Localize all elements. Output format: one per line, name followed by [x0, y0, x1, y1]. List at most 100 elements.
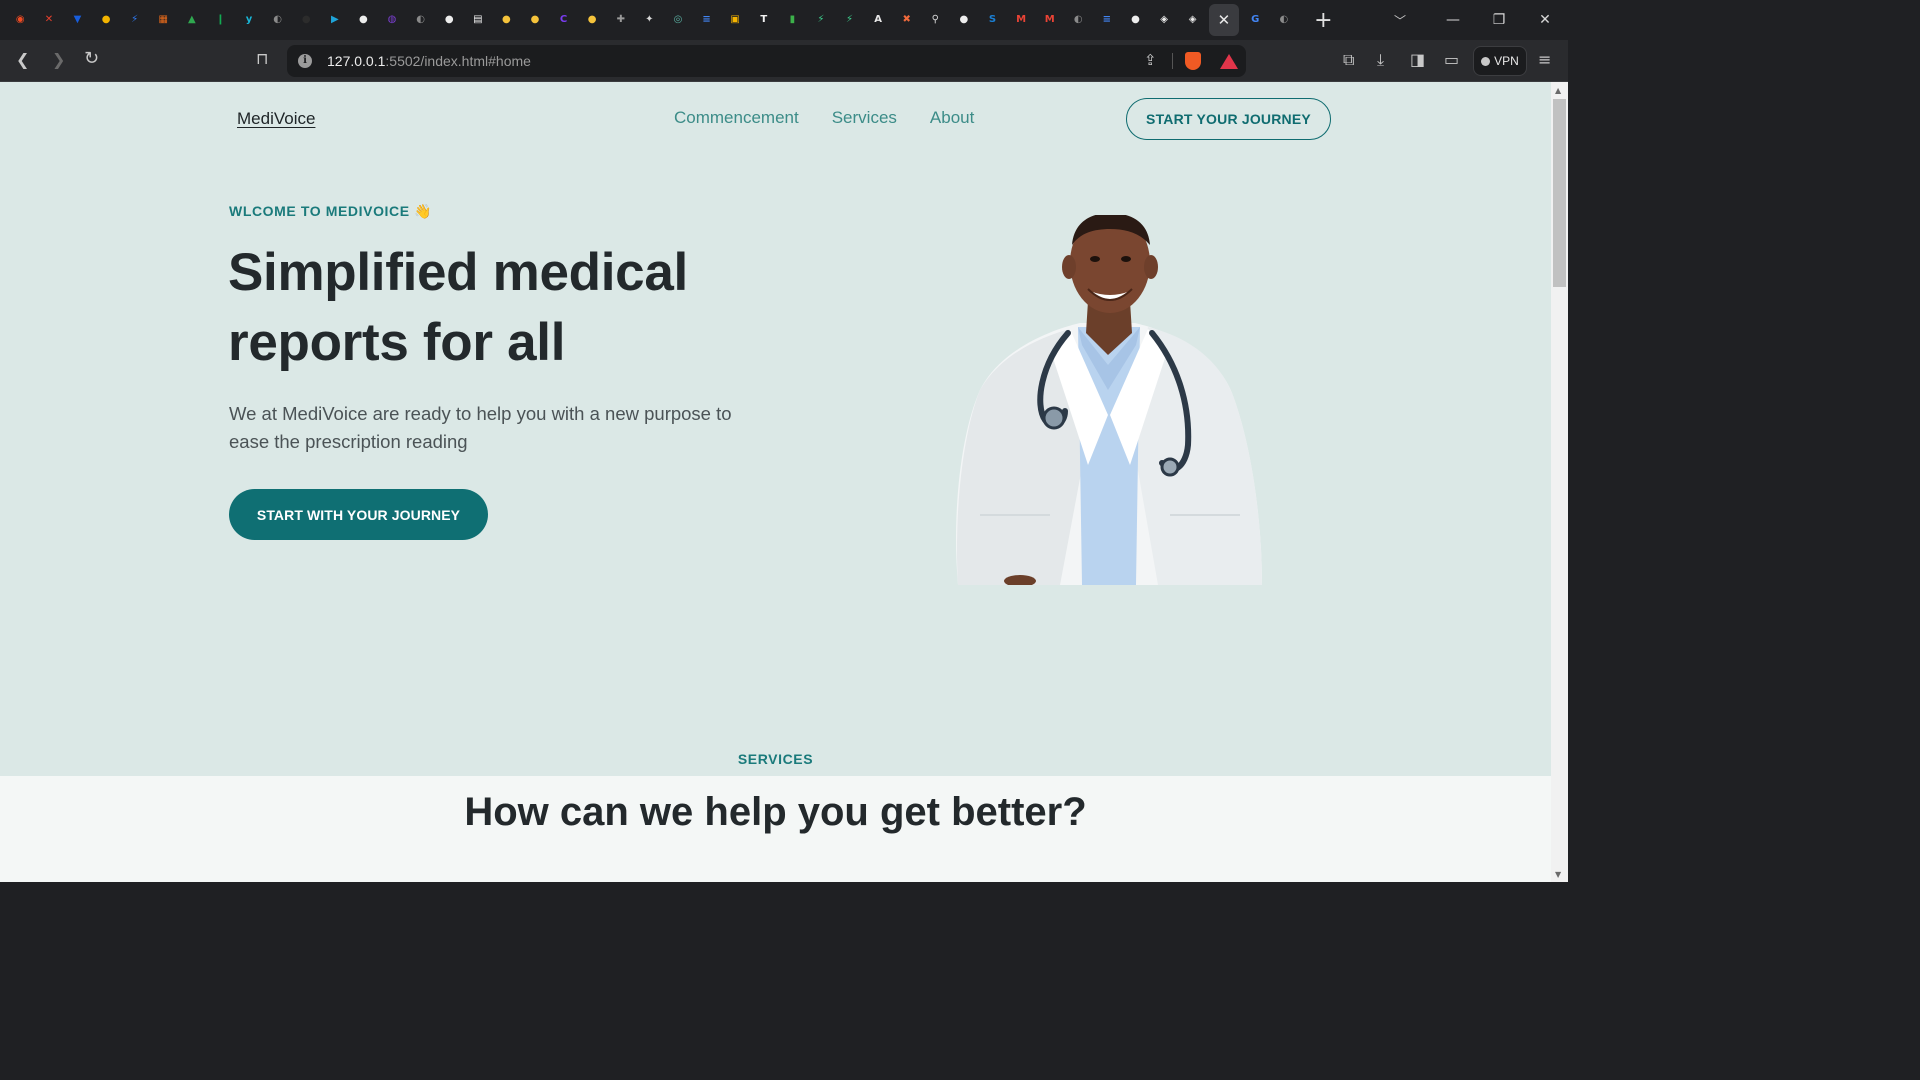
url-text[interactable]: 127.0.0.1:5502/index.html#home — [327, 53, 531, 69]
browser-tab[interactable]: ● — [950, 0, 979, 40]
browser-tab[interactable]: A — [864, 0, 893, 40]
doctor-image — [956, 215, 1262, 585]
forward-icon[interactable]: ❯ — [52, 50, 65, 69]
browser-tab[interactable]: ✚ — [606, 0, 635, 40]
browser-tab[interactable]: C — [549, 0, 578, 40]
browser-tab[interactable]: ◐ — [406, 0, 435, 40]
browser-tab[interactable]: ◈ — [1178, 0, 1207, 40]
browser-tab[interactable]: ◐ — [263, 0, 292, 40]
nav-link-services[interactable]: Services — [832, 108, 897, 128]
browser-tab[interactable]: ◍ — [378, 0, 407, 40]
browser-tab[interactable]: ◎ — [664, 0, 693, 40]
browser-tab[interactable]: G — [1241, 0, 1270, 40]
share-icon[interactable]: ⇪ — [1144, 51, 1157, 69]
browser-tab[interactable]: ✦ — [635, 0, 664, 40]
browser-tab[interactable]: ● — [435, 0, 464, 40]
dark-tab-icon: ● — [301, 14, 311, 25]
docs-tab-icon: ≡ — [702, 14, 711, 25]
start-journey-button[interactable]: START YOUR JOURNEY — [1126, 98, 1331, 140]
address-bar[interactable]: i 127.0.0.1:5502/index.html#home ⇪ — [287, 45, 1246, 77]
globe-tab-icon: ◐ — [273, 14, 282, 25]
browser-tab[interactable]: ≡ — [692, 0, 721, 40]
scrollbar-thumb[interactable] — [1553, 99, 1566, 287]
browser-tab[interactable]: ● — [1121, 0, 1150, 40]
browser-tab[interactable]: ▣ — [721, 0, 750, 40]
active-tab[interactable]: ✕ — [1208, 4, 1239, 36]
nav-link-commencement[interactable]: Commencement — [674, 108, 799, 128]
browser-tab[interactable]: ● — [521, 0, 550, 40]
browser-tab[interactable]: ◉ — [6, 0, 35, 40]
gmail-tab-icon: M — [1016, 14, 1027, 25]
new-tab-icon[interactable]: + — [1314, 8, 1332, 33]
page-viewport: MediVoice Commencement Services About ST… — [0, 82, 1551, 882]
brave-rewards-icon[interactable] — [1220, 54, 1238, 69]
browser-tab[interactable]: ▮ — [778, 0, 807, 40]
scroll-down-icon[interactable]: ▼ — [1555, 870, 1561, 879]
browser-tab[interactable]: M — [1007, 0, 1036, 40]
bitwarden-tab-icon: ▼ — [73, 14, 82, 25]
ghost-tab-icon: ● — [530, 14, 540, 25]
vpn-button[interactable]: VPN — [1473, 46, 1527, 76]
browser-tab[interactable]: ◐ — [1064, 0, 1093, 40]
url-path: :5502/index.html#home — [385, 53, 531, 69]
services-title-text: How can we help you get better? — [464, 790, 1087, 834]
browser-tab[interactable]: ▦ — [149, 0, 178, 40]
hero-eyebrow: WLCOME TO MEDIVOICE 👋 — [229, 203, 432, 220]
browser-tab[interactable]: ≡ — [1093, 0, 1122, 40]
slides-tab-icon: ▣ — [730, 14, 740, 25]
brick-tab-icon: ▦ — [158, 14, 168, 25]
browser-tab[interactable]: ● — [349, 0, 378, 40]
browser-tab[interactable]: ▲ — [178, 0, 207, 40]
browser-tab[interactable]: ⚡ — [120, 0, 149, 40]
site-info-icon[interactable]: i — [298, 54, 312, 68]
browser-tab[interactable]: ⚡ — [807, 0, 836, 40]
browser-tab[interactable]: ✖ — [892, 0, 921, 40]
browser-tab[interactable]: ▤ — [464, 0, 493, 40]
browser-tab[interactable]: T — [749, 0, 778, 40]
close-tab-icon[interactable]: ✕ — [1218, 11, 1231, 29]
zoom-tab-icon: ⚲ — [931, 14, 939, 25]
browser-tab[interactable]: ✕ — [35, 0, 64, 40]
github-tab-icon: ● — [444, 14, 454, 25]
nav-link-about[interactable]: About — [930, 108, 974, 128]
ghost-tab-icon: ● — [587, 14, 597, 25]
page-tab-icon: ▤ — [473, 14, 483, 25]
start-with-journey-button[interactable]: START WITH YOUR JOURNEY — [229, 489, 488, 540]
vpn-label: VPN — [1494, 54, 1519, 68]
sidebar-icon[interactable]: ◨ — [1410, 50, 1425, 69]
page-scrollbar[interactable]: ▲ ▼ — [1551, 82, 1568, 882]
back-icon[interactable]: ❮ — [16, 50, 29, 69]
hero-title: Simplified medical reports for all — [228, 243, 688, 372]
browser-tab[interactable]: S — [978, 0, 1007, 40]
site-logo[interactable]: MediVoice — [237, 109, 315, 129]
onenote-tab-icon: ◍ — [387, 14, 397, 25]
extensions-icon[interactable]: ⧉ — [1343, 50, 1354, 70]
tab-search-chevron-icon[interactable]: ﹀ — [1394, 12, 1406, 29]
brave-shields-icon[interactable] — [1185, 52, 1201, 70]
wallet-icon[interactable]: ▭ — [1444, 50, 1459, 69]
scroll-up-icon[interactable]: ▲ — [1555, 86, 1561, 95]
restore-icon[interactable]: ❐ — [1476, 12, 1522, 28]
browser-tab[interactable]: ● — [92, 0, 121, 40]
drive-tab-icon: ▲ — [188, 14, 196, 25]
tab-strip: ◉ ✕ ▼ ● ⚡ ▦ ▲ ❙ y ◐ ● ▶ ● ◍ ◐ ● ▤ ● ● C ● ✚ ✦ ◎ ≡ ▣ T ▮ ⚡ ⚡ A ✖ ⚲ ● S M M ◐ ≡ ●… — [0, 0, 1568, 40]
close-window-icon[interactable]: ✕ — [1522, 12, 1568, 28]
browser-tab[interactable]: ◈ — [1150, 0, 1179, 40]
browser-tab[interactable]: ⚡ — [835, 0, 864, 40]
sparkle-tab-icon: ✦ — [645, 14, 654, 25]
browser-tab[interactable]: ▶ — [321, 0, 350, 40]
browser-tab[interactable]: ▼ — [63, 0, 92, 40]
menu-icon[interactable]: ≡ — [1538, 50, 1551, 69]
browser-tab[interactable]: ⚲ — [921, 0, 950, 40]
bookmark-icon[interactable]: ⊓ — [256, 49, 268, 68]
downloads-icon[interactable]: ⤓ — [1377, 50, 1384, 70]
reload-icon[interactable]: ↻ — [84, 48, 99, 69]
browser-tab[interactable]: M — [1035, 0, 1064, 40]
browser-tab[interactable]: ◐ — [1270, 0, 1299, 40]
browser-tab[interactable]: ❙ — [206, 0, 235, 40]
browser-tab[interactable]: y — [235, 0, 264, 40]
browser-tab[interactable]: ● — [292, 0, 321, 40]
browser-tab[interactable]: ● — [492, 0, 521, 40]
browser-tab[interactable]: ● — [578, 0, 607, 40]
minimize-icon[interactable]: — — [1430, 12, 1476, 28]
